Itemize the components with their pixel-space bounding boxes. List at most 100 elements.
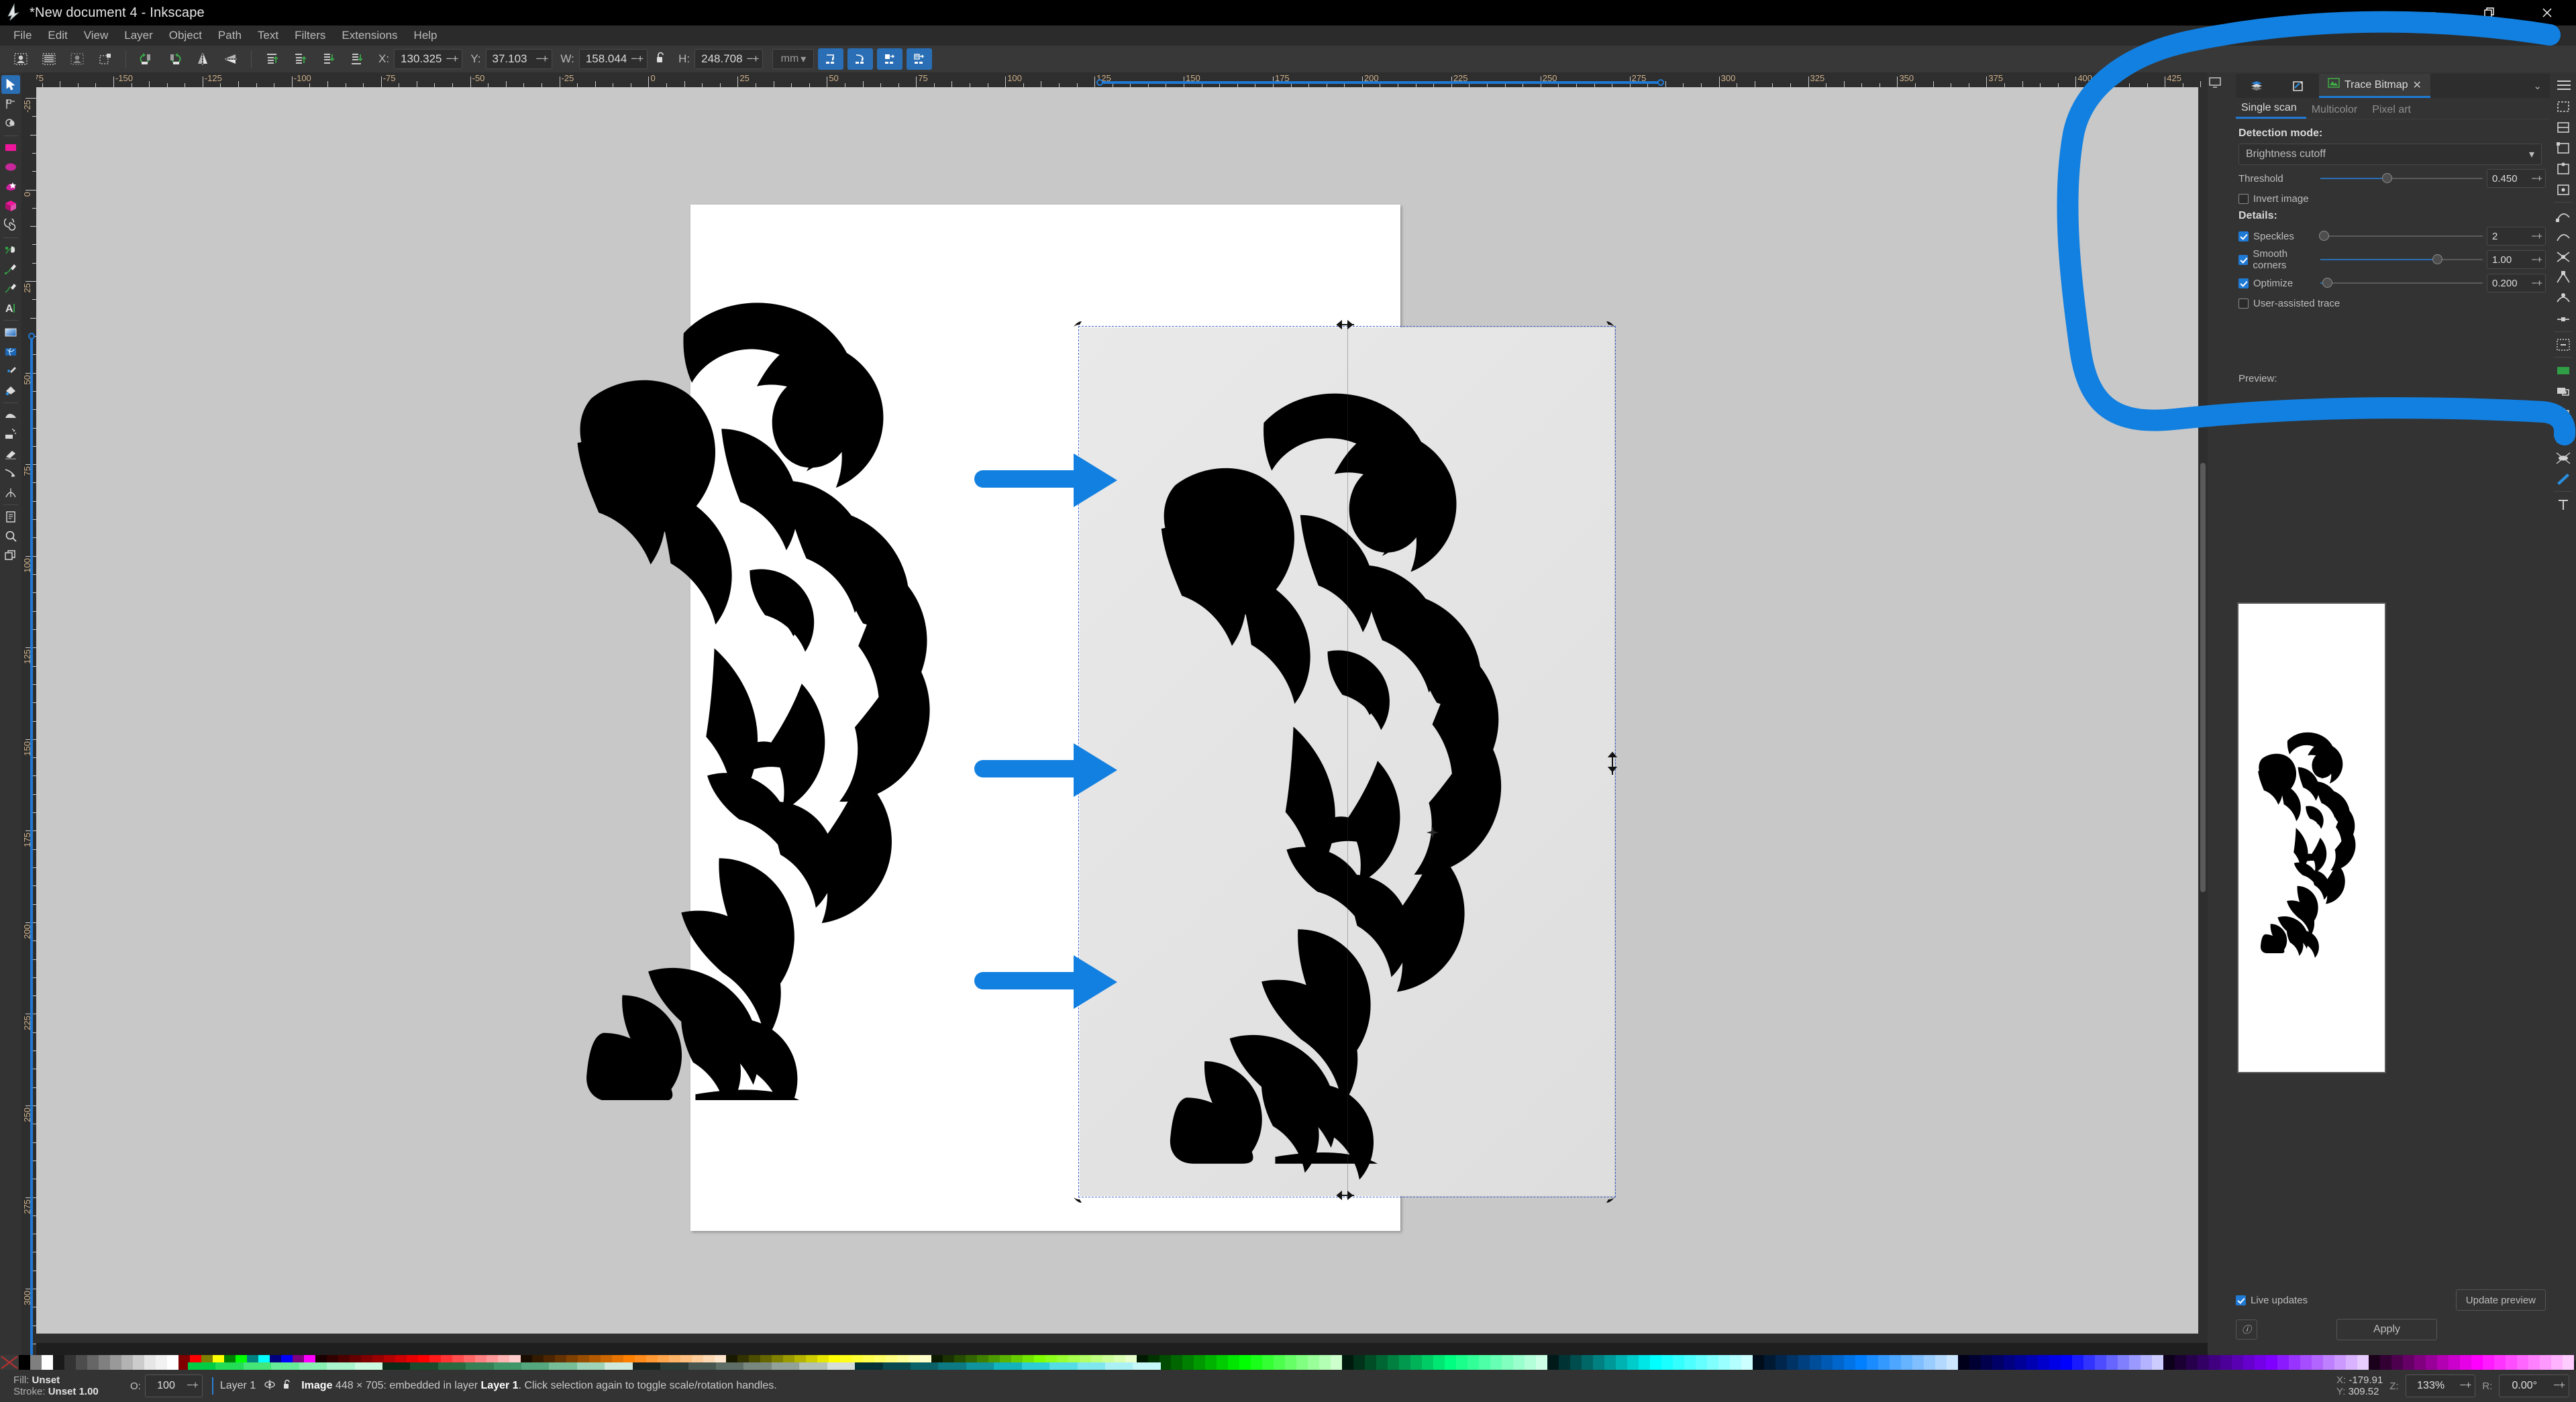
snap-bbox-icon[interactable]	[2553, 96, 2573, 117]
live-updates-checkbox[interactable]	[2236, 1295, 2246, 1305]
snap-grid-guide-intersection-icon[interactable]	[2553, 494, 2573, 515]
threshold-field[interactable]: 0.450 −+	[2487, 169, 2546, 188]
palette-swatch[interactable]	[1422, 1355, 1433, 1370]
move-patterns-icon[interactable]	[907, 48, 933, 70]
palette-swatch[interactable]	[2152, 1355, 2163, 1370]
palette-swatch[interactable]	[2209, 1355, 2220, 1370]
palette-swatch[interactable]	[1604, 1355, 1616, 1370]
palette-swatch[interactable]	[87, 1355, 99, 1370]
palette-swatch[interactable]	[2083, 1355, 2095, 1370]
palette-swatch[interactable]	[743, 1362, 772, 1370]
speckles-field[interactable]: 2 −+	[2487, 227, 2546, 246]
zoom-spinner[interactable]: −+	[2456, 1380, 2475, 1392]
x-spinner[interactable]: −+	[446, 52, 462, 66]
palette-swatch[interactable]	[1992, 1355, 2004, 1370]
palette-swatch[interactable]	[855, 1362, 883, 1370]
palette-swatch[interactable]	[2300, 1355, 2312, 1370]
menu-edit[interactable]: Edit	[40, 28, 75, 44]
palette-swatch[interactable]	[1353, 1355, 1365, 1370]
palette-swatch[interactable]	[2357, 1355, 2369, 1370]
close-icon[interactable]: ✕	[2413, 78, 2422, 92]
palette-swatch[interactable]	[1924, 1355, 1935, 1370]
speckles-slider[interactable]	[2318, 229, 2483, 243]
invert-image-checkbox[interactable]	[2238, 194, 2249, 204]
palette-swatch[interactable]	[1456, 1355, 1467, 1370]
palette-swatch[interactable]	[1308, 1355, 1319, 1370]
select-all-icon[interactable]	[7, 47, 35, 71]
palette-swatch[interactable]	[1570, 1355, 1582, 1370]
threshold-slider[interactable]	[2320, 172, 2483, 185]
apply-button[interactable]: Apply	[2336, 1319, 2437, 1340]
panther-artwork-original[interactable]	[506, 268, 1036, 1100]
shape-builder-tool[interactable]	[1, 114, 20, 133]
palette-swatch[interactable]	[2049, 1355, 2061, 1370]
ruler-selection-handle[interactable]	[1657, 79, 1665, 86]
palette-swatch[interactable]	[2312, 1355, 2323, 1370]
mesh-tool[interactable]	[1, 342, 20, 361]
palette-swatch[interactable]	[1593, 1355, 1604, 1370]
palette-swatch[interactable]	[1901, 1355, 1912, 1370]
palette-swatch[interactable]	[2243, 1355, 2255, 1370]
optimize-field[interactable]: 0.200 −+	[2487, 274, 2546, 292]
scale-stroke-width-icon[interactable]	[818, 48, 844, 70]
rotation-field[interactable]: 0.00° −+	[2499, 1374, 2569, 1397]
palette-swatch[interactable]	[1969, 1355, 1981, 1370]
text-tool[interactable]: A	[1, 299, 20, 317]
opacity-field[interactable]: 100 −+	[144, 1374, 203, 1397]
palette-swatch[interactable]	[110, 1355, 121, 1370]
display-icon[interactable]	[2208, 75, 2222, 93]
opacity-spinner[interactable]: −+	[187, 1380, 202, 1392]
palette-swatch[interactable]	[2072, 1355, 2083, 1370]
snap-path-intersection-icon[interactable]	[2553, 246, 2573, 267]
xml-editor-icon[interactable]	[2277, 74, 2319, 98]
palette-swatch[interactable]	[549, 1362, 577, 1370]
menu-filters[interactable]: Filters	[287, 28, 333, 44]
pencil-tool[interactable]	[1, 240, 20, 259]
lock-open-icon[interactable]	[656, 51, 666, 68]
palette-swatch[interactable]	[53, 1355, 64, 1370]
vertical-ruler[interactable]: -25 0 25 50 75 100 125 150 175 200 225 250 275 300	[21, 87, 36, 1360]
palette-swatch[interactable]	[1513, 1355, 1525, 1370]
palette-swatch[interactable]	[2460, 1355, 2471, 1370]
palette-swatch[interactable]	[1490, 1355, 1502, 1370]
palette-swatch[interactable]	[2220, 1355, 2232, 1370]
palette-swatch[interactable]	[1296, 1355, 1308, 1370]
y-spinner[interactable]: −+	[536, 52, 552, 66]
palette-swatch[interactable]	[410, 1362, 438, 1370]
measure-tool[interactable]	[1, 483, 20, 502]
palette-swatch[interactable]	[2232, 1355, 2243, 1370]
palette-swatch[interactable]	[2551, 1355, 2563, 1370]
lower-icon[interactable]	[314, 47, 342, 71]
y-field[interactable]: 37.103 −+	[485, 49, 553, 69]
palette-swatch[interactable]	[1274, 1355, 1285, 1370]
palette-swatch[interactable]	[632, 1362, 661, 1370]
user-assisted-trace-row[interactable]: User-assisted trace	[2238, 298, 2546, 309]
palette-swatch[interactable]	[2380, 1355, 2391, 1370]
palette-swatch[interactable]	[688, 1362, 717, 1370]
subtab-multicolor[interactable]: Multicolor	[2306, 104, 2367, 119]
palette-swatch[interactable]	[2061, 1355, 2072, 1370]
palette-swatch[interactable]	[1616, 1355, 1627, 1370]
speckles-spinner[interactable]: −+	[2531, 231, 2545, 242]
rotation-center-icon[interactable]	[1425, 825, 1440, 840]
palette-swatch[interactable]	[2289, 1355, 2300, 1370]
gradient-tool[interactable]	[1, 323, 20, 341]
palette-swatch[interactable]	[2266, 1355, 2277, 1370]
palette-swatch[interactable]	[1319, 1355, 1331, 1370]
palette-swatch[interactable]	[1821, 1355, 1833, 1370]
smooth-corners-spinner[interactable]: −+	[2531, 254, 2545, 266]
palette-swatch[interactable]	[1718, 1355, 1730, 1370]
color-palette-row2[interactable]	[188, 1362, 1161, 1370]
palette-swatch[interactable]	[437, 1362, 466, 1370]
snap-page-border-icon[interactable]	[2553, 427, 2573, 447]
smooth-corners-slider[interactable]	[2320, 253, 2483, 266]
palette-swatch[interactable]	[771, 1362, 800, 1370]
palette-swatch[interactable]	[1388, 1355, 1399, 1370]
snap-guide-icon[interactable]	[2553, 468, 2573, 489]
palette-swatch[interactable]	[1582, 1355, 1593, 1370]
palette-swatch[interactable]	[1833, 1355, 1844, 1370]
palette-swatch[interactable]	[1171, 1355, 1182, 1370]
dropper-tool[interactable]	[1, 362, 20, 380]
deselect-icon[interactable]	[63, 47, 91, 71]
palette-swatch[interactable]	[2540, 1355, 2551, 1370]
